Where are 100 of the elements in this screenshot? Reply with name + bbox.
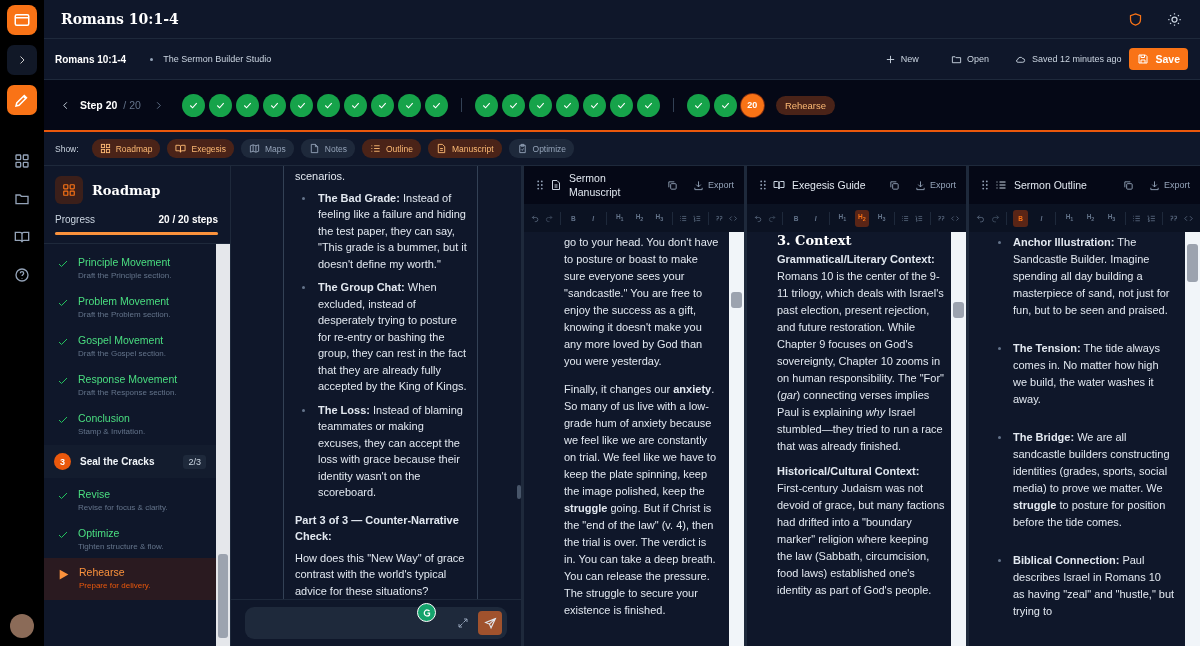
- step-title: Conclusion: [78, 412, 131, 424]
- roadmap-step[interactable]: Rehearse Prepare for delivery.: [44, 558, 216, 600]
- roadmap-step[interactable]: Conclusion Stamp & Invitation.: [44, 404, 216, 443]
- numbered-list-icon[interactable]: [693, 213, 702, 223]
- scrollbar[interactable]: [951, 232, 966, 646]
- numbered-list-icon[interactable]: [1147, 213, 1156, 223]
- book-icon[interactable]: [14, 229, 30, 245]
- app-logo[interactable]: [7, 5, 37, 35]
- copy-icon[interactable]: [667, 179, 678, 191]
- roadmap-step[interactable]: Response Movement Draft the Response section.: [44, 365, 216, 404]
- completed-step[interactable]: [713, 93, 737, 117]
- roadmap-step[interactable]: Principle Movement Draft the Principle section.: [44, 248, 216, 287]
- completed-step[interactable]: [397, 93, 421, 117]
- completed-step[interactable]: [474, 93, 498, 117]
- document-icon: [435, 143, 447, 154]
- bullet-list-icon[interactable]: [679, 213, 688, 223]
- panel-title: Exegesis Guide: [792, 178, 866, 192]
- list-item: Anchor Illustration: The Sandcastle Builder. Imagine spending all day building a masterpiece of sand, not just for fun, but to be seen and praised.: [1013, 235, 1171, 318]
- folder-icon[interactable]: [14, 191, 30, 207]
- completed-step[interactable]: [370, 93, 394, 117]
- bullet-icon: [998, 241, 1001, 244]
- completed-step[interactable]: [636, 93, 660, 117]
- list-item: The Loss: Instead of blaming teammates or making excuses, they can accept the loss with grace because their identity wasn't on the scoreboard.: [318, 402, 464, 500]
- completed-step[interactable]: [609, 93, 633, 117]
- play-icon: [57, 568, 70, 581]
- new-button[interactable]: New: [878, 52, 925, 66]
- panel-toggle[interactable]: Manuscript: [427, 139, 502, 158]
- completed-step[interactable]: [289, 93, 313, 117]
- list-icon: [995, 179, 1007, 191]
- bullet-list-icon[interactable]: [1132, 213, 1141, 223]
- panel-toggle[interactable]: Exegesis: [167, 139, 234, 158]
- studio-name: The Sermon Builder Studio: [163, 54, 272, 64]
- progress-label: Progress: [55, 214, 95, 225]
- export-button[interactable]: Export: [915, 179, 956, 191]
- step-description: Stamp & Invitation.: [78, 427, 146, 436]
- completed-step[interactable]: [501, 93, 525, 117]
- drag-handle-icon[interactable]: [760, 180, 766, 190]
- numbered-list-icon[interactable]: [915, 213, 924, 223]
- bullet-icon: [302, 196, 305, 200]
- paragraph: Finally, it changes our anxiety. So many of us live with a low-grade hum of anxiety because we feel like we are constantly on trial. We feel like we have to keep the plate spinning, keep the image polished, keep the struggle going. But if Christ is the "end of the law" (v. 4), then the trial is over. The verdict is in. You can take a deep breath. You can release the pressure. The struggle to secure your existence is finished.: [564, 382, 718, 618]
- quote-icon[interactable]: [714, 213, 723, 223]
- help-icon[interactable]: [14, 267, 30, 283]
- panel-toggle[interactable]: Outline: [362, 139, 421, 158]
- completed-step[interactable]: [235, 93, 259, 117]
- sun-icon[interactable]: [1167, 11, 1182, 27]
- scrollbar[interactable]: [216, 244, 230, 646]
- grid-icon[interactable]: [14, 153, 30, 169]
- bullet-list-icon[interactable]: [901, 213, 910, 223]
- completed-step[interactable]: [316, 93, 340, 117]
- list-item: The Group Chat: When excluded, instead of desperately trying to posture for re-entry or bashing the group, they can rest in the fact that they are already fully accepted by the King of Kings.: [318, 280, 468, 394]
- panel-toggle[interactable]: Maps: [241, 139, 294, 158]
- roadmap-step[interactable]: Optimize Tighten structure & flow.: [44, 519, 216, 558]
- grammar-assistant-icon[interactable]: [417, 603, 436, 622]
- list-item: Biblical Connection: Paul describes Israel in Romans 10 as having "zeal" and "hustle," but trying to: [1013, 553, 1175, 619]
- bullet-icon: [998, 347, 1001, 350]
- completed-step[interactable]: [582, 93, 606, 117]
- roadmap-step[interactable]: Gospel Movement Draft the Gospel section.: [44, 326, 216, 365]
- user-avatar[interactable]: [10, 614, 34, 638]
- completed-step[interactable]: [528, 93, 552, 117]
- copy-icon[interactable]: [1123, 179, 1134, 191]
- roadmap-step[interactable]: Revise Revise for focus & clarity.: [44, 480, 216, 519]
- section-header[interactable]: 3 Seal the Cracks 2/3: [44, 445, 216, 478]
- show-label: Show:: [55, 143, 79, 154]
- roadmap-step[interactable]: Problem Movement Draft the Problem section.: [44, 287, 216, 326]
- shield-icon[interactable]: [1128, 11, 1143, 27]
- completed-step[interactable]: [686, 93, 710, 117]
- completed-step[interactable]: [181, 93, 205, 117]
- quote-icon[interactable]: [1169, 213, 1178, 223]
- chat-paragraph: scenarios.: [295, 169, 347, 184]
- completed-step[interactable]: [208, 93, 232, 117]
- book-icon: [773, 179, 785, 191]
- page-title: Romans 10:1-4: [61, 11, 179, 27]
- completed-step[interactable]: [424, 93, 448, 117]
- undo-icon[interactable]: [754, 213, 763, 223]
- copy-icon[interactable]: [889, 179, 900, 191]
- scrollbar[interactable]: [729, 232, 744, 646]
- send-button[interactable]: [478, 611, 502, 635]
- pen-tool-button[interactable]: [7, 85, 37, 115]
- open-button[interactable]: Open: [944, 52, 995, 66]
- drag-handle-icon[interactable]: [982, 180, 988, 190]
- folder-icon: [950, 53, 962, 65]
- panel-toggle[interactable]: Notes: [300, 139, 355, 158]
- check-icon: [57, 414, 69, 426]
- undo-icon[interactable]: [976, 213, 985, 223]
- completed-step[interactable]: [555, 93, 579, 117]
- scrollbar[interactable]: [517, 485, 521, 499]
- undo-icon[interactable]: [531, 213, 540, 223]
- completed-step[interactable]: [262, 93, 286, 117]
- expand-icon[interactable]: [457, 617, 469, 629]
- check-icon: [57, 258, 69, 270]
- completed-step[interactable]: [343, 93, 367, 117]
- scrollbar[interactable]: [1185, 232, 1200, 646]
- drag-handle-icon[interactable]: [537, 180, 543, 190]
- export-button[interactable]: Export: [1149, 179, 1190, 191]
- grid-icon: [62, 183, 76, 197]
- panel-toggle[interactable]: Roadmap: [91, 139, 161, 158]
- export-button[interactable]: Export: [693, 179, 734, 191]
- panel-toggle[interactable]: Optimize: [508, 139, 575, 158]
- current-step-badge: Rehearse: [775, 95, 836, 115]
- map-icon: [249, 143, 260, 154]
